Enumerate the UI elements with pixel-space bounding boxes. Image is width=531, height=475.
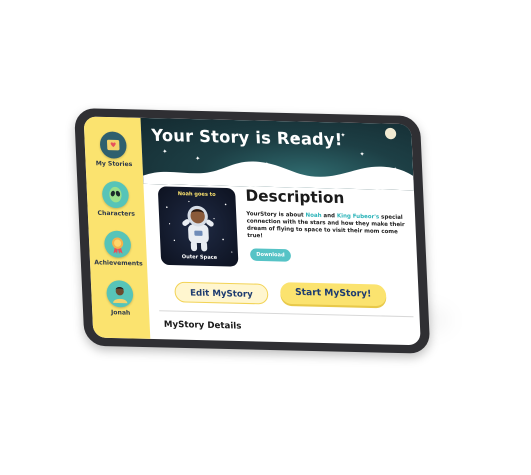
character-name: Noah [305, 212, 322, 220]
sidebar-item-label: My Stories [95, 160, 133, 169]
divider [159, 310, 414, 318]
sidebar-item-profile[interactable]: Jonah [91, 280, 150, 317]
sidebar-item-label: Jonah [110, 309, 131, 317]
download-button[interactable]: Download [249, 248, 292, 262]
medal-icon [103, 230, 132, 258]
description-text: YourStory is about Noah and King Fubeor'… [246, 211, 412, 244]
details-heading: MyStory Details [163, 319, 242, 332]
header-banner: ✦ ✦ ✦ ✦ ✦ ✦ ✦ Your Story is Ready! [140, 117, 414, 191]
character-name: King Fubeor's [336, 213, 380, 221]
avatar [106, 280, 134, 308]
cloud-wave [143, 161, 414, 191]
start-mystory-button[interactable]: Start MyStory! [279, 282, 387, 307]
alien-icon [101, 180, 130, 209]
sidebar-item-label: Characters [97, 209, 136, 218]
stage: My Stories Characters Achievements Jonah… [0, 0, 531, 475]
sidebar-item-achievements[interactable]: Achievements [89, 230, 148, 268]
tablet-screen: My Stories Characters Achievements Jonah… [83, 116, 421, 346]
page-title: Your Story is Ready! [150, 125, 343, 150]
story-cover-image: Noah goes to Outer Space [157, 186, 239, 267]
sidebar-item-characters[interactable]: Characters [86, 180, 145, 218]
edit-mystory-button[interactable]: Edit MyStory [174, 281, 269, 305]
sidebar-item-my-stories[interactable]: My Stories [84, 131, 143, 168]
sidebar-item-label: Achievements [94, 259, 143, 268]
description-text-part: and [321, 212, 338, 220]
moon-icon [384, 127, 397, 140]
book-heart-icon [99, 131, 128, 159]
description-heading: Description [245, 186, 345, 208]
tablet-device: My Stories Characters Achievements Jonah… [74, 108, 431, 354]
sidebar: My Stories Characters Achievements Jonah [83, 116, 151, 339]
